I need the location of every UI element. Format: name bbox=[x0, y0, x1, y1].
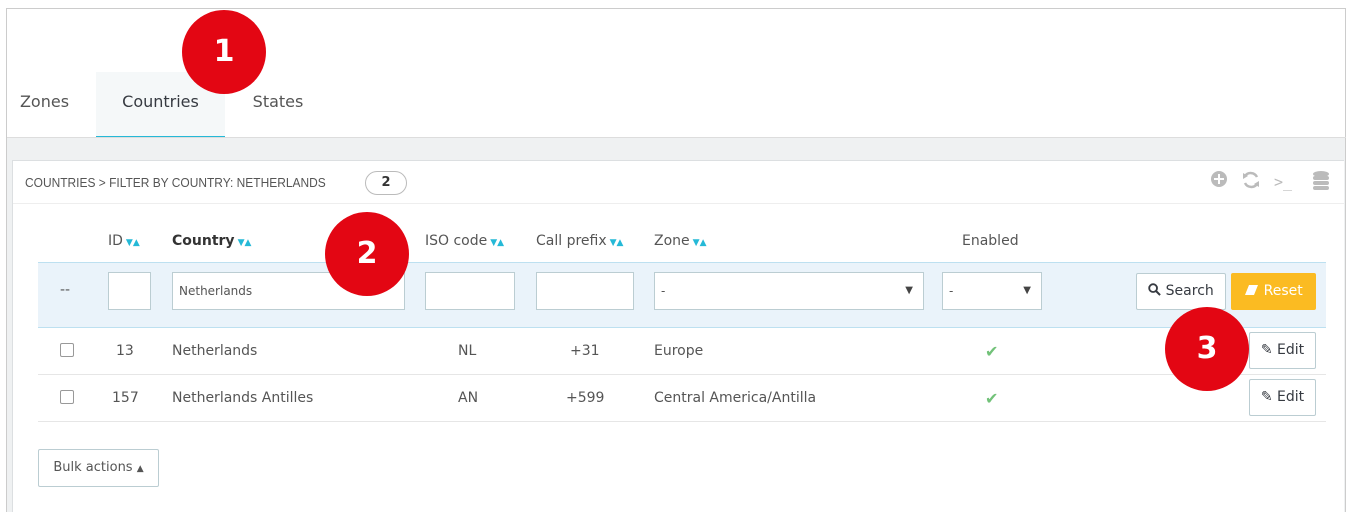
edit-button[interactable]: ✎ Edit bbox=[1249, 379, 1316, 416]
column-header-id[interactable]: ID ▼▲ bbox=[108, 233, 140, 249]
bulk-filter-placeholder: -- bbox=[60, 282, 71, 298]
pencil-icon: ✎ bbox=[1260, 389, 1273, 405]
cell-zone: Europe bbox=[654, 343, 704, 359]
cell-id: 157 bbox=[112, 390, 139, 406]
column-header-enabled: Enabled bbox=[962, 233, 1019, 249]
enabled-check-icon[interactable]: ✔ bbox=[985, 389, 998, 408]
chevron-down-icon: ▼ bbox=[905, 285, 913, 296]
edit-button-label: Edit bbox=[1277, 389, 1305, 405]
tab-zones[interactable]: Zones bbox=[7, 72, 82, 136]
zone-filter-value: - bbox=[661, 284, 666, 298]
header-label: Country bbox=[172, 233, 235, 249]
cell-iso: NL bbox=[458, 343, 477, 359]
header-label: Zone bbox=[654, 233, 690, 249]
refresh-icon[interactable] bbox=[1239, 170, 1263, 194]
sort-icon[interactable]: ▼▲ bbox=[126, 238, 140, 248]
header-label: Call prefix bbox=[536, 233, 607, 249]
column-header-country[interactable]: Country ▼▲ bbox=[172, 233, 251, 249]
search-icon bbox=[1148, 283, 1162, 296]
step-marker-3: 3 bbox=[1165, 307, 1249, 391]
cell-iso: AN bbox=[458, 390, 479, 406]
header-label: Enabled bbox=[962, 233, 1019, 249]
cell-prefix: +599 bbox=[566, 390, 605, 406]
edit-button[interactable]: ✎ Edit bbox=[1249, 332, 1316, 369]
sort-icon[interactable]: ▼▲ bbox=[238, 238, 252, 248]
panel-heading: COUNTRIES > FILTER BY COUNTRY: NETHERLAN… bbox=[13, 161, 1344, 204]
caret-up-icon: ▲ bbox=[136, 464, 144, 474]
chevron-down-icon: ▼ bbox=[1023, 285, 1031, 296]
cell-country: Netherlands Antilles bbox=[172, 390, 314, 406]
tab-label: Zones bbox=[19, 92, 70, 111]
add-icon[interactable] bbox=[1207, 170, 1231, 194]
sql-query-icon[interactable]: >_ bbox=[1271, 170, 1295, 194]
panel-breadcrumb: COUNTRIES > FILTER BY COUNTRY: NETHERLAN… bbox=[25, 175, 326, 190]
sort-icon[interactable]: ▼▲ bbox=[610, 238, 624, 248]
bulk-actions-button[interactable]: Bulk actions ▲ bbox=[38, 449, 159, 487]
prefix-filter-input[interactable] bbox=[536, 272, 634, 310]
bulk-actions-label: Bulk actions bbox=[53, 460, 133, 475]
enabled-filter-value: - bbox=[949, 284, 954, 298]
id-filter-input[interactable] bbox=[108, 272, 151, 310]
column-header-prefix[interactable]: Call prefix ▼▲ bbox=[536, 233, 623, 249]
header-label: ID bbox=[108, 233, 123, 249]
enabled-filter-select[interactable]: - ▼ bbox=[942, 272, 1042, 310]
cell-id: 13 bbox=[116, 343, 134, 359]
result-count-badge: 2 bbox=[365, 171, 407, 195]
pencil-icon: ✎ bbox=[1260, 342, 1273, 358]
row-checkbox[interactable] bbox=[60, 343, 74, 357]
iso-filter-input[interactable] bbox=[425, 272, 515, 310]
sort-icon[interactable]: ▼▲ bbox=[490, 238, 504, 248]
tab-label: Countries bbox=[122, 92, 199, 111]
search-button[interactable]: Search bbox=[1136, 273, 1226, 310]
eraser-icon bbox=[1245, 285, 1259, 295]
cell-country: Netherlands bbox=[172, 343, 258, 359]
cell-zone: Central America/Antilla bbox=[654, 390, 817, 406]
edit-button-label: Edit bbox=[1277, 342, 1305, 358]
enabled-check-icon[interactable]: ✔ bbox=[985, 342, 998, 361]
column-header-iso[interactable]: ISO code ▼▲ bbox=[425, 233, 504, 249]
database-icon[interactable] bbox=[1309, 170, 1333, 194]
column-header-zone[interactable]: Zone ▼▲ bbox=[654, 233, 707, 249]
cell-prefix: +31 bbox=[570, 343, 600, 359]
reset-button[interactable]: Reset bbox=[1231, 273, 1316, 310]
sort-icon[interactable]: ▼▲ bbox=[693, 238, 707, 248]
header-label: ISO code bbox=[425, 233, 488, 249]
zone-filter-select[interactable]: - ▼ bbox=[654, 272, 924, 310]
search-button-label: Search bbox=[1165, 283, 1214, 299]
row-checkbox[interactable] bbox=[60, 390, 74, 404]
reset-button-label: Reset bbox=[1263, 283, 1303, 299]
step-marker-2: 2 bbox=[325, 212, 409, 296]
tab-label: States bbox=[252, 92, 304, 111]
step-marker-1: 1 bbox=[182, 10, 266, 94]
